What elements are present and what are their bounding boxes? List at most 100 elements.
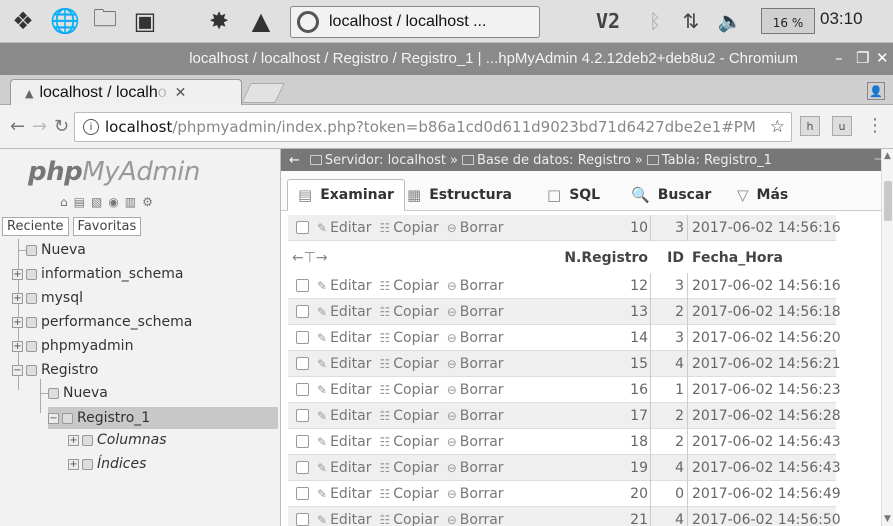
breadcrumb-table[interactable]: Tabla: Registro_1 — [662, 153, 772, 168]
browser-menu-icon[interactable]: ⋮ — [866, 115, 884, 136]
scroll-thumb[interactable] — [884, 181, 892, 221]
tree-item-indexes[interactable]: + Índices — [68, 453, 146, 475]
vertical-scrollbar[interactable]: ▲ ▼ — [881, 149, 893, 526]
edit-link[interactable]: ✎ Editar — [317, 512, 372, 526]
row-checkbox[interactable] — [296, 435, 309, 448]
close-tab-icon[interactable]: ✕ — [175, 85, 187, 101]
tab-search[interactable]: 🔍 Buscar — [621, 179, 721, 211]
scroll-up-icon[interactable]: ▲ — [884, 151, 891, 161]
table-row[interactable]: ✎ Editar ☷ Copiar ⊖ Borrar 13 2 2017-06-02 14:56… — [288, 299, 841, 325]
raspberry-menu-icon[interactable]: ❖ — [6, 4, 40, 38]
collapse-icon[interactable]: − — [48, 412, 59, 424]
taskbar-window-button[interactable]: localhost / localhost ... — [290, 6, 540, 38]
minimize-icon[interactable]: – — [835, 49, 843, 67]
row-checkbox[interactable] — [296, 305, 309, 318]
back-icon[interactable]: ← — [10, 116, 25, 137]
edit-link[interactable]: ✎ Editar — [317, 486, 372, 502]
help-icon[interactable]: ◉ — [108, 195, 118, 209]
expand-icon[interactable]: + — [12, 268, 23, 280]
tree-item-registro-new[interactable]: Nueva — [48, 382, 108, 404]
breadcrumb-server[interactable]: Servidor: localhost — [325, 153, 446, 168]
table-row[interactable]: ✎ Editar ☷ Copiar ⊖ Borrar 21 4 2017-06-02 14:56… — [288, 507, 841, 526]
collapse-icon[interactable]: − — [12, 364, 23, 376]
row-checkbox[interactable] — [296, 221, 309, 234]
copy-link[interactable]: ☷ Copiar — [380, 434, 439, 450]
delete-link[interactable]: ⊖ Borrar — [447, 434, 504, 450]
phpmyadmin-logo[interactable]: phpMyAdmin — [28, 157, 200, 187]
delete-link[interactable]: ⊖ Borrar — [447, 278, 504, 294]
table-row[interactable]: ✎ Editar ☷ Copiar ⊖ Borrar 19 4 2017-06-02 14:56… — [288, 455, 841, 481]
tree-item-mysql[interactable]: + mysql — [12, 287, 83, 309]
forward-icon[interactable]: → — [32, 116, 47, 137]
table-row[interactable]: ✎ Editar ☷ Copiar ⊖ Borrar 16 1 2017-06-02 14:56… — [288, 377, 841, 403]
maximize-icon[interactable]: ❐ — [856, 49, 869, 67]
column-header-n-registro[interactable]: N.Registro — [548, 250, 648, 266]
delete-link[interactable]: ⊖ Borrar — [447, 486, 504, 502]
info-icon[interactable]: i — [83, 119, 99, 135]
expand-icon[interactable]: + — [68, 458, 79, 470]
row-checkbox[interactable] — [296, 279, 309, 292]
delete-link[interactable]: ⊖ Borrar — [447, 330, 504, 346]
copy-link[interactable]: ☷ Copiar — [380, 278, 439, 294]
edit-link[interactable]: ✎ Editar — [317, 408, 372, 424]
edit-link[interactable]: ✎ Editar — [317, 460, 372, 476]
file-manager-icon[interactable]: 🗀 — [88, 4, 122, 38]
tree-item-registro-1[interactable]: − Registro_1 — [48, 407, 278, 429]
delete-link[interactable]: ⊖ Borrar — [447, 460, 504, 476]
reload-icon[interactable]: ↻ — [54, 116, 69, 137]
edit-link[interactable]: ✎ Editar — [317, 278, 372, 294]
tree-item-new[interactable]: Nueva — [26, 239, 86, 261]
new-tab-button[interactable] — [241, 83, 285, 103]
edit-link[interactable]: ✎ Editar — [317, 382, 372, 398]
terminal-icon[interactable]: ▣ — [128, 4, 162, 38]
tab-structure[interactable]: ▦ Estructura — [397, 179, 522, 211]
address-bar[interactable]: i localhost /phpmyadmin/index.php?token=… — [74, 112, 792, 142]
scroll-down-icon[interactable]: ▼ — [884, 514, 891, 524]
delete-link[interactable]: ⊖ Borrar — [447, 382, 504, 398]
copy-link[interactable]: ☷ Copiar — [380, 220, 439, 236]
expand-icon[interactable]: + — [12, 340, 23, 352]
logout-icon[interactable]: ▤ — [74, 195, 85, 209]
extension-h-icon[interactable]: h — [800, 116, 820, 136]
edit-link[interactable]: ✎ Editar — [317, 220, 372, 236]
row-checkbox[interactable] — [296, 513, 309, 526]
row-checkbox[interactable] — [296, 383, 309, 396]
bookmark-star-icon[interactable]: ☆ — [770, 117, 785, 137]
wolfram-icon[interactable]: ▲ — [244, 4, 278, 38]
edit-link[interactable]: ✎ Editar — [317, 356, 372, 372]
tree-item-registro[interactable]: − Registro — [12, 359, 98, 381]
row-checkbox[interactable] — [296, 461, 309, 474]
copy-link[interactable]: ☷ Copiar — [380, 408, 439, 424]
extension-u-icon[interactable]: u — [832, 116, 852, 136]
settings-icon[interactable]: ⚙ — [142, 195, 153, 209]
documentation-icon[interactable]: ▥ — [125, 195, 136, 209]
home-icon[interactable]: ⌂ — [60, 195, 68, 209]
delete-link[interactable]: ⊖ Borrar — [447, 408, 504, 424]
back-arrow-icon[interactable]: ← — [289, 153, 300, 168]
web-browser-icon[interactable]: 🌐 — [48, 4, 82, 38]
table-row[interactable]: ✎ Editar ☷ Copiar ⊖ Borrar 18 2 2017-06-02 14:56… — [288, 429, 841, 455]
table-row[interactable]: ✎ Editar ☷ Copiar ⊖ Borrar 20 0 2017-06-02 14:56… — [288, 481, 841, 507]
copy-link[interactable]: ☷ Copiar — [380, 382, 439, 398]
edit-link[interactable]: ✎ Editar — [317, 434, 372, 450]
row-checkbox[interactable] — [296, 487, 309, 500]
close-window-icon[interactable]: ✕ — [876, 49, 889, 67]
tab-browse[interactable]: ▤ Examinar — [287, 179, 405, 211]
tree-item-information-schema[interactable]: + information_schema — [12, 263, 184, 285]
browser-tab[interactable]: ▲ localhost / localho ✕ — [10, 79, 242, 106]
row-checkbox[interactable] — [296, 331, 309, 344]
column-header-id[interactable]: ID — [658, 250, 684, 266]
profile-icon[interactable]: 👤 — [867, 82, 885, 100]
edit-link[interactable]: ✎ Editar — [317, 304, 372, 320]
tab-sql[interactable]: □ SQL — [537, 179, 610, 211]
delete-link[interactable]: ⊖ Borrar — [447, 356, 504, 372]
table-row[interactable]: ✎ Editar ☷ Copiar ⊖ Borrar 12 3 2017-06-02 14:56… — [288, 273, 841, 299]
copy-link[interactable]: ☷ Copiar — [380, 356, 439, 372]
table-row[interactable]: ✎ Editar ☷ Copiar ⊖ Borrar 10 3 2017-06-02 14:56… — [288, 215, 841, 241]
table-row[interactable]: ✎ Editar ☷ Copiar ⊖ Borrar 17 2 2017-06-02 14:56… — [288, 403, 841, 429]
expand-icon[interactable]: + — [12, 292, 23, 304]
column-header-fecha-hora[interactable]: Fecha_Hora — [692, 250, 783, 266]
tree-item-phpmyadmin[interactable]: + phpmyadmin — [12, 335, 133, 357]
delete-link[interactable]: ⊖ Borrar — [447, 512, 504, 526]
table-row[interactable]: ✎ Editar ☷ Copiar ⊖ Borrar 15 4 2017-06-02 14:56… — [288, 351, 841, 377]
